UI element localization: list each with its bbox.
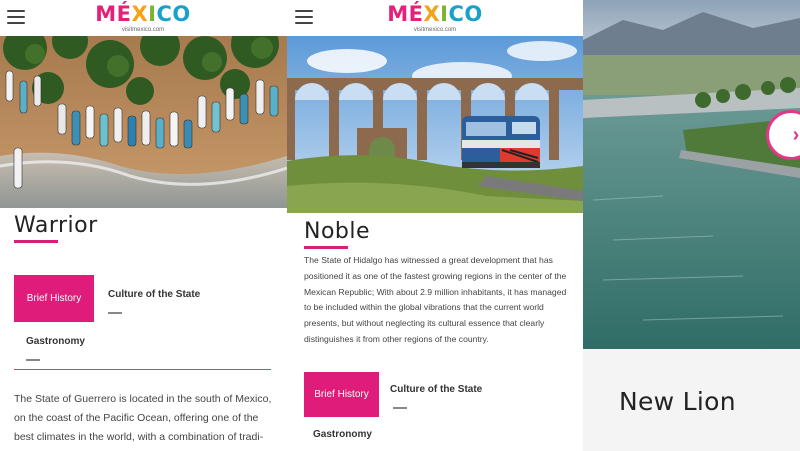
title-underline [304,246,348,249]
panel-new-lion: › New Lion [583,0,800,451]
logo-letter: É [408,2,424,26]
panel-warrior: MÉXICO visitmexico.com Warrior Brief His… [0,0,287,451]
logo-letter: É [116,2,132,26]
hamburger-menu-icon[interactable] [7,10,25,24]
page-title: New Lion [619,387,736,416]
page-title: Noble [304,219,371,244]
state-description: The State of Hidalgo has witnessed a gre… [304,255,567,344]
title-underline [14,240,58,243]
chevron-right-icon: › [792,123,800,146]
tab-brief-history[interactable]: Brief History [304,372,379,417]
logo-letter: M [387,2,409,26]
logo-site-url: visitmexico.com [413,27,457,33]
brand-logo[interactable]: MÉXICO visitmexico.com [93,2,193,34]
page-title: Warrior [14,213,98,238]
logo-letter: I [148,2,157,26]
hamburger-menu-icon[interactable] [295,10,313,24]
logo-letter: X [423,2,441,26]
tab-culture-of-the-state[interactable]: Culture of the State [390,384,482,395]
logo-letter: O [172,2,191,26]
logo-letter: O [464,2,483,26]
state-description: The State of Guerrero is located in the … [14,393,272,443]
hero-image-park-canal [583,0,800,349]
logo-wordmark: MÉXICO [93,2,193,27]
logo-letter: X [131,2,149,26]
tab-dash [26,359,40,361]
site-header: MÉXICO visitmexico.com [0,0,287,36]
logo-site-url: visitmexico.com [121,27,165,33]
hero-image-beach-boats [0,36,287,208]
site-header: MÉXICO visitmexico.com [287,0,583,36]
tab-brief-history[interactable]: Brief History [14,275,94,322]
logo-letter: M [95,2,117,26]
tab-gastronomy[interactable]: Gastronomy [26,336,85,347]
logo-letter: C [448,2,465,26]
logo-letter: I [440,2,449,26]
brand-logo[interactable]: MÉXICO visitmexico.com [385,2,485,34]
tab-culture-of-the-state[interactable]: Culture of the State [108,289,200,300]
tabs-divider [14,369,271,370]
hero-image-aqueduct-train [287,36,583,213]
logo-wordmark: MÉXICO [385,2,485,27]
tab-dash [108,312,122,314]
logo-letter: C [156,2,173,26]
tab-gastronomy[interactable]: Gastronomy [313,429,372,440]
panel-noble: MÉXICO visitmexico.com Noble The State o… [287,0,583,451]
tab-dash [393,407,407,409]
